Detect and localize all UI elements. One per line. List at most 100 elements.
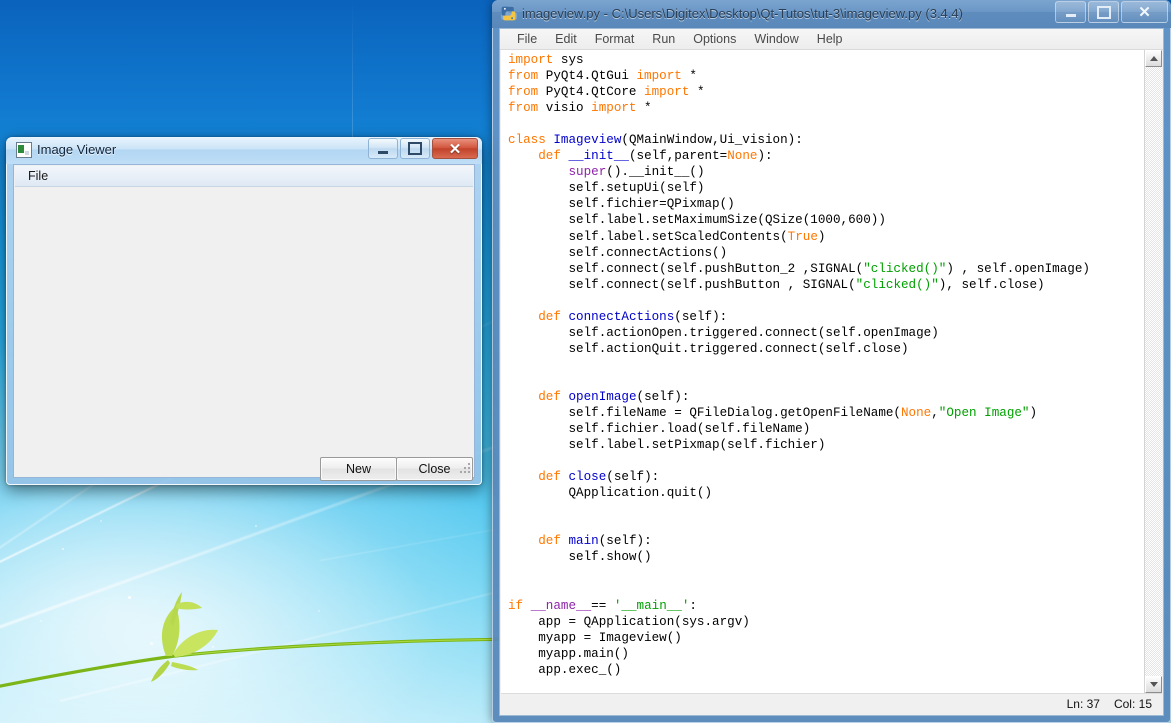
code-line: self.label.setScaledContents(True) <box>508 229 1146 245</box>
wallpaper-sparkle <box>212 646 214 648</box>
code-line: def connectActions(self): <box>508 309 1146 325</box>
code-line: from visio import * <box>508 100 1146 116</box>
wallpaper-sparkle <box>150 642 153 645</box>
code-token: ) <box>817 229 826 244</box>
code-token: : <box>689 598 697 613</box>
code-token: "Open Image" <box>938 406 1030 421</box>
menu-options[interactable]: Options <box>684 31 745 47</box>
menu-help[interactable]: Help <box>808 31 852 47</box>
maximize-button[interactable] <box>400 138 430 159</box>
menu-format[interactable]: Format <box>586 31 644 47</box>
code-token: import <box>636 69 682 84</box>
scroll-down-button[interactable] <box>1145 676 1162 693</box>
resize-grip-icon[interactable] <box>458 461 470 473</box>
idle-editor-window[interactable]: imageview.py - C:\Users\Digitex\Desktop\… <box>492 0 1171 723</box>
code-line: self.connect(self.pushButton_2 ,SIGNAL("… <box>508 261 1146 277</box>
code-token: sys <box>553 53 584 67</box>
close-icon: ✕ <box>1138 4 1151 21</box>
code-token: __init__ <box>568 149 629 164</box>
code-line: class Imageview(QMainWindow,Ui_vision): <box>508 132 1146 148</box>
idle-window-title: imageview.py - C:\Users\Digitex\Desktop\… <box>522 6 963 21</box>
code-line: app.exec_() <box>508 662 1146 678</box>
vertical-scrollbar[interactable] <box>1144 50 1162 693</box>
menu-run[interactable]: Run <box>643 31 684 47</box>
code-token: openImage <box>568 389 637 404</box>
code-line: self.actionQuit.triggered.connect(self.c… <box>508 341 1146 357</box>
code-token: self.fichier.load(self.fileName) <box>508 422 811 437</box>
image-viewer-menu-bar[interactable]: File <box>15 166 473 187</box>
maximize-icon <box>1096 5 1111 19</box>
new-button[interactable]: New <box>320 457 397 481</box>
wallpaper-sparkle <box>100 520 102 522</box>
close-icon: ✕ <box>448 140 462 158</box>
code-token: if <box>508 598 524 613</box>
scroll-up-button[interactable] <box>1145 50 1162 67</box>
image-viewer-window-controls[interactable]: ✕ <box>368 138 478 159</box>
code-token: ): <box>757 149 773 164</box>
code-token: ().__init__() <box>606 165 705 180</box>
minimize-button[interactable] <box>368 138 398 159</box>
code-line: import sys <box>508 52 1146 68</box>
image-display-canvas[interactable]: New Close <box>15 187 473 481</box>
image-viewer-window-title: Image Viewer <box>37 142 117 157</box>
wallpaper-sparkle <box>318 610 320 612</box>
code-line: self.connectActions() <box>508 245 1146 261</box>
wallpaper-sparkle <box>255 525 257 527</box>
code-line: def openImage(self): <box>508 389 1146 405</box>
maximize-icon <box>408 142 422 155</box>
maximize-button[interactable] <box>1088 1 1119 23</box>
code-line: from PyQt4.QtCore import * <box>508 84 1146 100</box>
code-line: self.fileName = QFileDialog.getOpenFileN… <box>508 405 1146 421</box>
image-viewer-title-bar[interactable]: Image Viewer ✕ <box>6 137 482 164</box>
menu-edit[interactable]: Edit <box>546 31 586 47</box>
code-line: self.fichier.load(self.fileName) <box>508 421 1146 437</box>
column-indicator: Col: 15 <box>1113 697 1152 711</box>
code-token: * <box>636 101 652 116</box>
close-button[interactable]: ✕ <box>432 138 478 159</box>
code-token: ) , self.openImage) <box>946 261 1090 276</box>
image-viewer-window[interactable]: Image Viewer ✕ File New Close <box>6 137 482 485</box>
code-token: visio <box>538 101 592 116</box>
code-line: self.connect(self.pushButton , SIGNAL("c… <box>508 277 1146 293</box>
menu-file[interactable]: File <box>23 168 53 184</box>
code-token: (self): <box>598 534 652 549</box>
code-line: def __init__(self,parent=None): <box>508 148 1146 164</box>
idle-window-controls[interactable]: ✕ <box>1055 1 1168 23</box>
code-token: def <box>538 389 561 404</box>
code-token: None <box>901 406 932 421</box>
code-token: (self,parent= <box>628 149 728 164</box>
code-token: ) <box>1029 406 1038 421</box>
code-editor-area[interactable]: import sys from PyQt4.QtGui import * from … <box>501 50 1146 693</box>
idle-menu-bar[interactable]: File Edit Format Run Options Window Help <box>500 29 1163 50</box>
wallpaper-sparkle <box>62 548 64 550</box>
wallpaper-sparkle <box>128 596 131 599</box>
code-token: import <box>644 85 690 100</box>
idle-title-bar[interactable]: imageview.py - C:\Users\Digitex\Desktop\… <box>492 0 1171 28</box>
code-token: , <box>931 406 939 421</box>
code-token: main <box>568 534 599 549</box>
code-token: def <box>538 309 561 324</box>
minimize-button[interactable] <box>1055 1 1086 23</box>
code-line: if __name__== '__main__': <box>508 598 1146 614</box>
code-line: myapp.main() <box>508 646 1146 662</box>
code-token: self.fileName = QFileDialog.getOpenFileN… <box>508 406 901 421</box>
code-token: app.exec_() <box>508 662 622 677</box>
code-token: from <box>508 85 539 100</box>
code-token: QApplication.quit() <box>508 486 713 501</box>
menu-window[interactable]: Window <box>745 31 807 47</box>
code-line: self.setupUi(self) <box>508 180 1146 196</box>
code-token: self.actionOpen.triggered.connect(self.o… <box>508 325 939 340</box>
close-button[interactable]: ✕ <box>1121 1 1168 23</box>
code-text[interactable]: import sys from PyQt4.QtGui import * from … <box>508 52 1146 678</box>
code-token: __name__ <box>530 598 592 613</box>
menu-file[interactable]: File <box>508 31 546 47</box>
code-line: def main(self): <box>508 533 1146 549</box>
